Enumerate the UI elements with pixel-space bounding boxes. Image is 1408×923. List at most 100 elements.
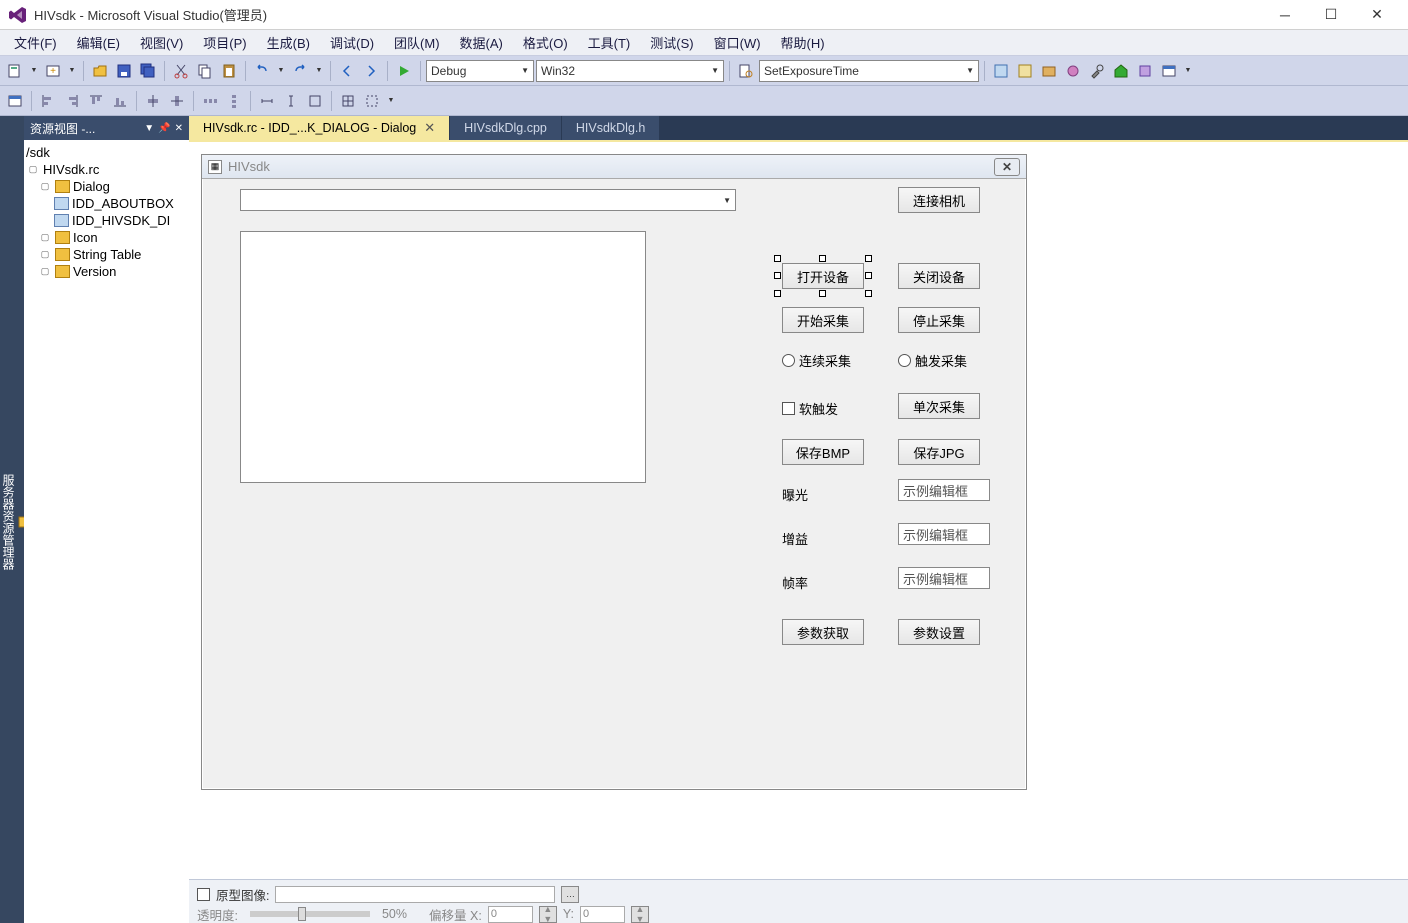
gain-input[interactable]: 示例编辑框 — [898, 523, 990, 545]
redo-icon[interactable] — [289, 60, 311, 82]
menu-build[interactable]: 生成(B) — [257, 30, 320, 55]
server-explorer-tab[interactable]: 服务器资源管理器 — [0, 116, 24, 923]
tree-node[interactable]: ▢String Table — [26, 246, 187, 263]
opacity-slider[interactable] — [250, 911, 370, 917]
cut-icon[interactable] — [170, 60, 192, 82]
spinner-icon[interactable]: ▲▼ — [539, 906, 557, 923]
class-view-icon[interactable] — [1062, 60, 1084, 82]
tree-node[interactable]: ▢Version — [26, 263, 187, 280]
test-dialog-icon[interactable] — [4, 90, 26, 112]
save-jpg-button[interactable]: 保存JPG — [898, 439, 980, 465]
save-bmp-button[interactable]: 保存BMP — [782, 439, 864, 465]
get-param-button[interactable]: 参数获取 — [782, 619, 864, 645]
tree-node[interactable]: IDD_ABOUTBOX — [26, 195, 187, 212]
menu-debug[interactable]: 调试(D) — [320, 30, 384, 55]
dialog-designer[interactable]: ▦ HIVsdk ✕ ▼ 连接相机 打开设备 关闭设备 — [189, 140, 1408, 923]
guides-icon[interactable] — [361, 90, 383, 112]
menu-tools[interactable]: 工具(T) — [578, 30, 641, 55]
start-grab-button[interactable]: 开始采集 — [782, 307, 864, 333]
orig-image-check[interactable] — [197, 888, 210, 901]
save-icon[interactable] — [113, 60, 135, 82]
tab-dialog[interactable]: HIVsdk.rc - IDD_...K_DIALOG - Dialog✕ — [189, 116, 450, 140]
browse-button[interactable]: … — [561, 886, 579, 903]
open-device-button[interactable]: 打开设备 — [782, 263, 864, 289]
offset-x-input[interactable]: 0 — [488, 906, 533, 923]
close-icon[interactable]: ✕ — [175, 123, 183, 134]
menu-edit[interactable]: 编辑(E) — [67, 30, 130, 55]
platform-select[interactable]: Win32▼ — [536, 60, 724, 82]
center-h-icon[interactable] — [142, 90, 164, 112]
menu-team[interactable]: 团队(M) — [384, 30, 450, 55]
config-select[interactable]: Debug▼ — [426, 60, 534, 82]
open-icon[interactable] — [89, 60, 111, 82]
menu-help[interactable]: 帮助(H) — [771, 30, 835, 55]
align-right-icon[interactable] — [61, 90, 83, 112]
find-in-files-icon[interactable] — [735, 60, 757, 82]
maximize-button[interactable]: ☐ — [1308, 0, 1354, 30]
tree-root[interactable]: /sdk — [26, 144, 187, 161]
solution-explorer-icon[interactable] — [990, 60, 1012, 82]
continuous-radio[interactable]: 连续采集 — [782, 351, 851, 370]
tools-icon[interactable] — [1086, 60, 1108, 82]
tree-node[interactable]: IDD_HIVSDK_DI — [26, 212, 187, 229]
tree-node[interactable]: ▢HIVsdk.rc — [26, 161, 187, 178]
exposure-input[interactable]: 示例编辑框 — [898, 479, 990, 501]
offset-y-input[interactable]: 0 — [580, 906, 625, 923]
dropdown-icon[interactable]: ▼ — [28, 60, 40, 82]
menu-window[interactable]: 窗口(W) — [704, 30, 771, 55]
paste-icon[interactable] — [218, 60, 240, 82]
soft-trigger-check[interactable]: 软触发 — [782, 399, 838, 418]
new-project-icon[interactable] — [4, 60, 26, 82]
menu-file[interactable]: 文件(F) — [4, 30, 67, 55]
fps-input[interactable]: 示例编辑框 — [898, 567, 990, 589]
resource-tree[interactable]: /sdk ▢HIVsdk.rc ▢Dialog IDD_ABOUTBOX IDD… — [24, 140, 189, 923]
tab-h[interactable]: HIVsdkDlg.h — [562, 116, 660, 140]
dropdown-icon[interactable]: ▼ — [144, 123, 154, 134]
set-param-button[interactable]: 参数设置 — [898, 619, 980, 645]
grid-icon[interactable] — [337, 90, 359, 112]
tree-node[interactable]: ▢Dialog — [26, 178, 187, 195]
nav-back-icon[interactable] — [336, 60, 358, 82]
copy-icon[interactable] — [194, 60, 216, 82]
same-height-icon[interactable] — [280, 90, 302, 112]
spinner-icon[interactable]: ▲▼ — [631, 906, 649, 923]
properties-icon[interactable] — [1014, 60, 1036, 82]
center-v-icon[interactable] — [166, 90, 188, 112]
dropdown-icon[interactable]: ▼ — [1182, 60, 1194, 82]
undo-icon[interactable] — [251, 60, 273, 82]
ext-manager-icon[interactable] — [1134, 60, 1156, 82]
tree-node[interactable]: ▢Icon — [26, 229, 187, 246]
connect-camera-button[interactable]: 连接相机 — [898, 187, 980, 213]
align-left-icon[interactable] — [37, 90, 59, 112]
single-grab-button[interactable]: 单次采集 — [898, 393, 980, 419]
orig-image-path-input[interactable] — [275, 886, 555, 903]
dialog-frame[interactable]: ▦ HIVsdk ✕ ▼ 连接相机 打开设备 关闭设备 — [201, 154, 1027, 790]
window-icon[interactable] — [1158, 60, 1180, 82]
stop-grab-button[interactable]: 停止采集 — [898, 307, 980, 333]
same-size-icon[interactable] — [304, 90, 326, 112]
dropdown-icon[interactable]: ▼ — [313, 60, 325, 82]
close-device-button[interactable]: 关闭设备 — [898, 263, 980, 289]
search-box[interactable]: SetExposureTime▼ — [759, 60, 979, 82]
start-debug-icon[interactable] — [393, 60, 415, 82]
toolbox-icon[interactable] — [1038, 60, 1060, 82]
align-bottom-icon[interactable] — [109, 90, 131, 112]
pin-icon[interactable]: 📌 — [158, 123, 170, 134]
same-width-icon[interactable] — [256, 90, 278, 112]
menu-view[interactable]: 视图(V) — [130, 30, 193, 55]
minimize-button[interactable]: ─ — [1262, 0, 1308, 30]
close-icon[interactable]: ✕ — [424, 120, 435, 136]
space-v-icon[interactable] — [223, 90, 245, 112]
close-button[interactable]: ✕ — [1354, 0, 1400, 30]
menu-data[interactable]: 数据(A) — [450, 30, 513, 55]
nav-fwd-icon[interactable] — [360, 60, 382, 82]
add-item-icon[interactable]: + — [42, 60, 64, 82]
dialog-close-icon[interactable]: ✕ — [994, 158, 1020, 176]
menu-project[interactable]: 项目(P) — [193, 30, 256, 55]
space-h-icon[interactable] — [199, 90, 221, 112]
dropdown-icon[interactable]: ▼ — [275, 60, 287, 82]
menu-format[interactable]: 格式(O) — [513, 30, 578, 55]
align-top-icon[interactable] — [85, 90, 107, 112]
tab-cpp[interactable]: HIVsdkDlg.cpp — [450, 116, 562, 140]
start-page-icon[interactable] — [1110, 60, 1132, 82]
